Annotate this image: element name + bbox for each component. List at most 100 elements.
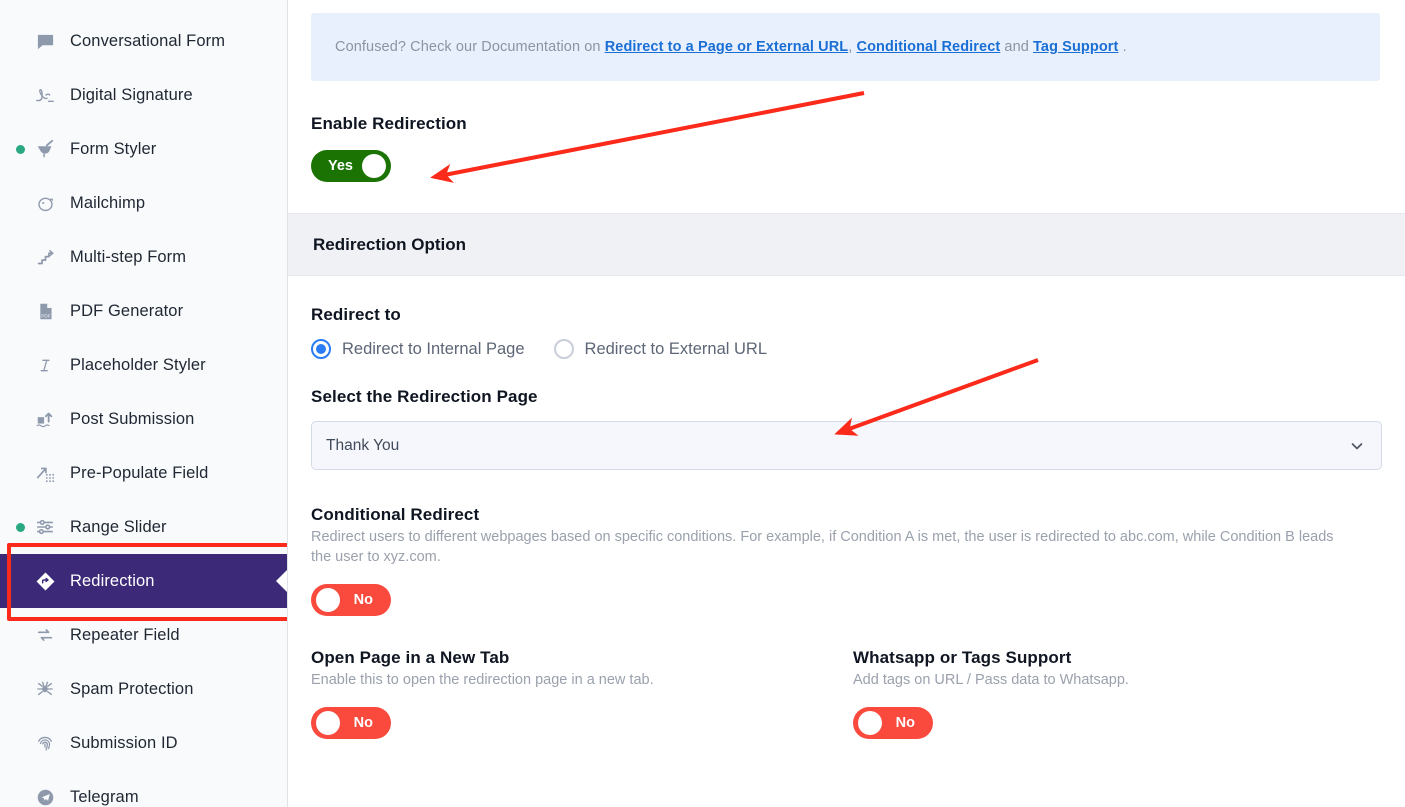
status-dot-placeholder bbox=[16, 361, 25, 370]
sliders-icon bbox=[31, 517, 59, 537]
sidebar-item-spam-protection[interactable]: Spam Protection bbox=[0, 662, 287, 716]
sidebar-item-form-styler[interactable]: Form Styler bbox=[0, 122, 287, 176]
main-inner: Confused? Check our Documentation on Red… bbox=[288, 13, 1405, 739]
status-dot-placeholder bbox=[16, 37, 25, 46]
whatsapp-tags-toggle[interactable]: No bbox=[853, 707, 933, 739]
sidebar-item-telegram[interactable]: Telegram bbox=[0, 770, 287, 807]
sidebar-item-label: Form Styler bbox=[70, 139, 157, 158]
sidebar-item-digital-signature[interactable]: Digital Signature bbox=[0, 68, 287, 122]
pdf-file-icon: PDF bbox=[31, 302, 59, 321]
status-dot-placeholder bbox=[16, 739, 25, 748]
telegram-icon bbox=[31, 788, 59, 807]
link-conditional-redirect[interactable]: Conditional Redirect bbox=[857, 39, 1001, 55]
redirection-page-select[interactable]: Thank You bbox=[311, 421, 1382, 470]
redirect-to-group: Redirect to Redirect to Internal Page Re… bbox=[288, 276, 1405, 359]
chevron-down-icon bbox=[1349, 438, 1365, 454]
notice-suffix: . bbox=[1118, 39, 1127, 55]
sidebar-item-label: Pre-Populate Field bbox=[70, 463, 209, 482]
signature-icon bbox=[31, 85, 59, 105]
radio-option-external-url[interactable]: Redirect to External URL bbox=[553, 339, 767, 359]
sidebar: Conversational Form Digital Signature Form… bbox=[0, 0, 288, 807]
redirect-to-label: Redirect to bbox=[311, 305, 401, 324]
sidebar-item-label: Spam Protection bbox=[70, 679, 194, 698]
documentation-notice-text: Confused? Check our Documentation on Red… bbox=[335, 39, 1127, 55]
status-dot-placeholder bbox=[16, 631, 25, 640]
sidebar-item-conversational-form[interactable]: Conversational Form bbox=[0, 14, 287, 68]
steps-icon bbox=[31, 248, 59, 267]
sidebar-item-redirection[interactable]: Redirection bbox=[0, 554, 287, 608]
sidebar-item-pdf-generator[interactable]: PDF PDF Generator bbox=[0, 284, 287, 338]
status-dot-placeholder bbox=[16, 793, 25, 802]
arrow-dots-icon bbox=[31, 463, 59, 483]
notice-sep1: , bbox=[848, 39, 857, 55]
radio-internal-page-label: Redirect to Internal Page bbox=[342, 339, 525, 358]
radio-internal-page-indicator[interactable] bbox=[311, 339, 331, 359]
link-tag-support[interactable]: Tag Support bbox=[1033, 39, 1118, 55]
status-dot-placeholder bbox=[16, 253, 25, 262]
toggle-knob bbox=[858, 711, 882, 735]
status-dot-placeholder bbox=[16, 91, 25, 100]
sidebar-item-multi-step-form[interactable]: Multi-step Form bbox=[0, 230, 287, 284]
sidebar-item-label: Post Submission bbox=[70, 409, 195, 428]
enable-redirection-group: Enable Redirection Yes bbox=[288, 81, 1405, 182]
repeat-icon bbox=[31, 625, 59, 645]
spider-icon bbox=[31, 679, 59, 699]
conditional-redirect-group: Conditional Redirect Redirect users to d… bbox=[288, 470, 1405, 616]
whatsapp-tags-description: Add tags on URL / Pass data to Whatsapp. bbox=[853, 672, 1129, 688]
sidebar-item-label: Redirection bbox=[70, 571, 155, 590]
conditional-redirect-description: Redirect users to different webpages bas… bbox=[311, 529, 1334, 565]
sidebar-item-range-slider[interactable]: Range Slider bbox=[0, 500, 287, 554]
sidebar-item-repeater-field[interactable]: Repeater Field bbox=[0, 608, 287, 662]
status-dot-placeholder bbox=[16, 415, 25, 424]
redirection-page-selected-value: Thank You bbox=[326, 436, 400, 454]
status-dot bbox=[16, 522, 25, 532]
enable-redirection-toggle-label: Yes bbox=[328, 158, 353, 174]
app-root: Conversational Form Digital Signature Form… bbox=[0, 0, 1405, 807]
redirection-page-group: Select the Redirection Page Thank You bbox=[288, 359, 1405, 470]
status-dot-placeholder bbox=[16, 469, 25, 478]
active-item-pointer-icon bbox=[276, 570, 287, 592]
conditional-redirect-toggle[interactable]: No bbox=[311, 584, 391, 616]
sidebar-nav-list: Conversational Form Digital Signature Form… bbox=[0, 0, 287, 807]
status-dot-placeholder bbox=[16, 577, 25, 586]
link-redirect-to-page-or-external-url[interactable]: Redirect to a Page or External URL bbox=[605, 39, 849, 55]
sidebar-item-label: Telegram bbox=[70, 787, 139, 806]
enable-redirection-label: Enable Redirection bbox=[311, 114, 467, 133]
radio-option-internal-page[interactable]: Redirect to Internal Page bbox=[311, 339, 525, 359]
sidebar-item-label: Conversational Form bbox=[70, 31, 226, 50]
status-dot-placeholder bbox=[16, 199, 25, 208]
sidebar-item-label: Repeater Field bbox=[70, 625, 180, 644]
whatsapp-tags-toggle-label: No bbox=[895, 715, 915, 731]
italic-i-icon bbox=[31, 356, 59, 375]
status-dot bbox=[16, 144, 25, 154]
sidebar-item-label: Submission ID bbox=[70, 733, 178, 752]
whatsapp-tags-group: Whatsapp or Tags Support Add tags on URL… bbox=[853, 648, 1395, 739]
sidebar-item-submission-id[interactable]: Submission ID bbox=[0, 716, 287, 770]
notice-sep2: and bbox=[1000, 39, 1034, 55]
redirection-option-title: Redirection Option bbox=[313, 234, 466, 254]
open-new-tab-label: Open Page in a New Tab bbox=[311, 648, 510, 667]
mortar-pestle-icon bbox=[31, 139, 59, 159]
bottom-options-row: Open Page in a New Tab Enable this to op… bbox=[288, 648, 1405, 739]
open-new-tab-toggle-label: No bbox=[353, 715, 373, 731]
whatsapp-tags-label: Whatsapp or Tags Support bbox=[853, 648, 1072, 667]
svg-text:PDF: PDF bbox=[41, 313, 50, 318]
toggle-knob bbox=[316, 711, 340, 735]
diamond-arrow-icon bbox=[31, 571, 59, 592]
sidebar-item-mailchimp[interactable]: Mailchimp bbox=[0, 176, 287, 230]
main-content: Confused? Check our Documentation on Red… bbox=[288, 0, 1405, 807]
open-new-tab-toggle[interactable]: No bbox=[311, 707, 391, 739]
enable-redirection-toggle[interactable]: Yes bbox=[311, 150, 391, 182]
documentation-notice: Confused? Check our Documentation on Red… bbox=[311, 13, 1380, 81]
fingerprint-icon bbox=[31, 733, 59, 753]
sidebar-item-post-submission[interactable]: Post Submission bbox=[0, 392, 287, 446]
sidebar-item-label: Digital Signature bbox=[70, 85, 193, 104]
radio-external-url-indicator[interactable] bbox=[553, 339, 574, 359]
redirection-page-label: Select the Redirection Page bbox=[311, 387, 538, 406]
sidebar-item-label: Placeholder Styler bbox=[70, 355, 206, 374]
sidebar-item-label: Multi-step Form bbox=[70, 247, 187, 266]
toggle-knob bbox=[362, 154, 386, 178]
sidebar-item-pre-populate-field[interactable]: Pre-Populate Field bbox=[0, 446, 287, 500]
redirect-to-radio-group: Redirect to Internal Page Redirect to Ex… bbox=[311, 339, 1382, 359]
sidebar-item-placeholder-styler[interactable]: Placeholder Styler bbox=[0, 338, 287, 392]
